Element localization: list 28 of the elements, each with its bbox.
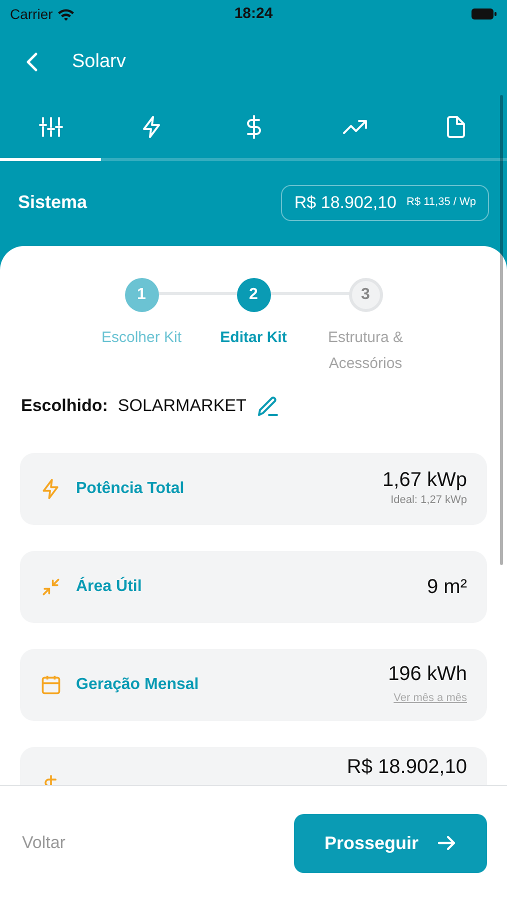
- battery-icon: [471, 8, 497, 20]
- stat-value: 9 m²: [427, 574, 467, 598]
- arrows-icon: [40, 576, 62, 598]
- step-label: Escolher Kit: [101, 328, 182, 348]
- pencil-icon[interactable]: [256, 394, 280, 418]
- sliders-icon: [38, 115, 63, 139]
- wifi-icon: [56, 8, 75, 20]
- carrier-text: Carrier: [10, 4, 53, 24]
- section-title: Sistema: [18, 191, 88, 214]
- stat-note: Ideal: 1,27 kWp: [390, 493, 467, 508]
- arrow-icon: [436, 834, 457, 852]
- stat-label: Potência Total: [76, 478, 186, 498]
- stat-value: 1,67 kWp: [382, 468, 467, 492]
- calendar-icon: [40, 674, 62, 696]
- step-label: Editar Kit: [220, 328, 287, 348]
- chosen-value: SOLARMARKET: [118, 395, 246, 417]
- screen-title: Solarv: [72, 50, 126, 74]
- clock-text: 18:24: [234, 4, 273, 24]
- price-badge: R$ 18.902,10 R$ 11,35 / Wp: [281, 184, 489, 220]
- stat-value: R$ 18.902,10: [346, 754, 467, 778]
- chosen-label: Escolhido:: [21, 395, 108, 417]
- next-button[interactable]: Prosseguir: [294, 814, 487, 872]
- stat-label: Geração Mensal: [76, 674, 200, 694]
- back-link[interactable]: Voltar: [20, 830, 68, 856]
- stat-value: 196 kWh: [388, 662, 467, 686]
- stat-label: Área Útil: [76, 576, 143, 596]
- month-link[interactable]: Ver mês a mês: [394, 690, 467, 707]
- step-label: Estrutura & Acessórios: [326, 328, 404, 374]
